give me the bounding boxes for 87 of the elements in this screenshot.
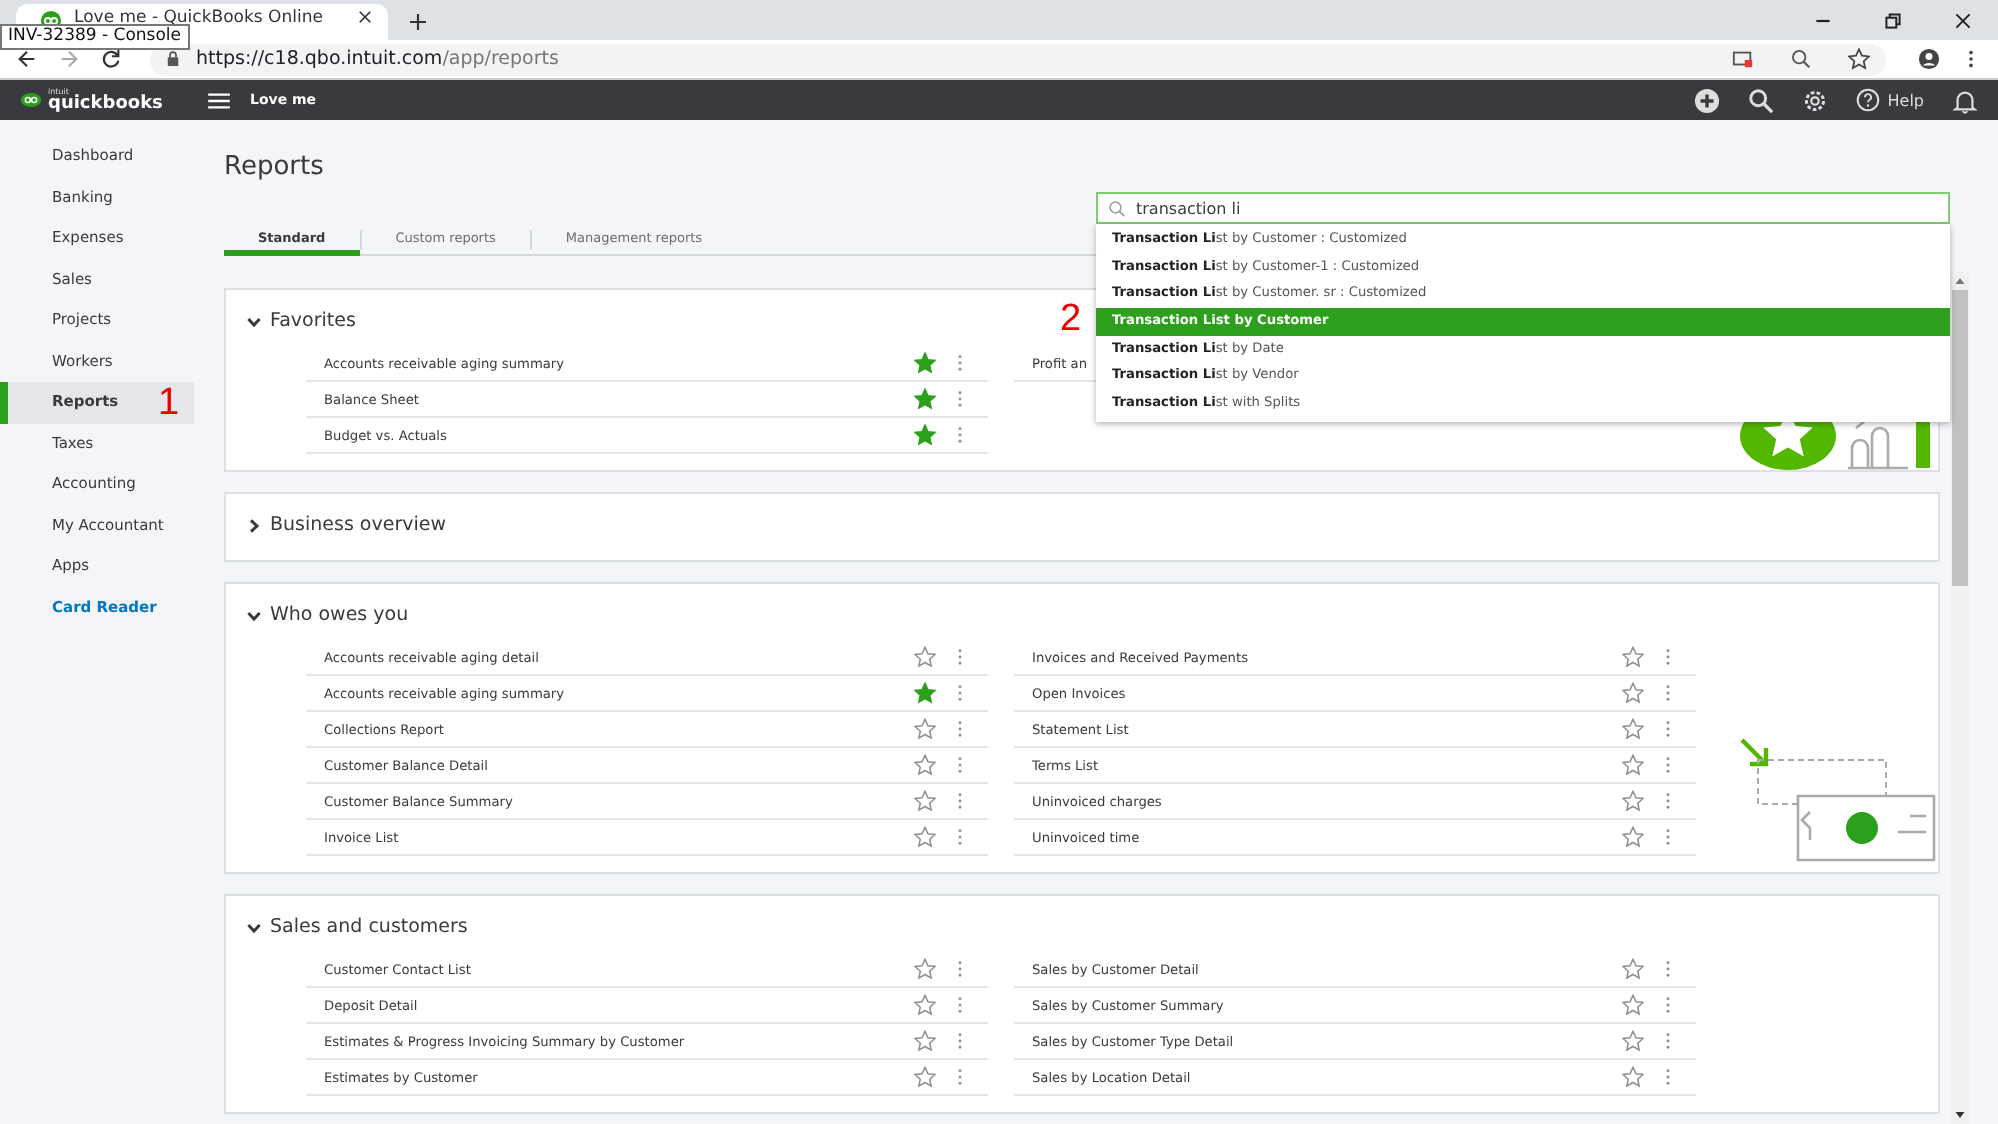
more-options-icon[interactable] xyxy=(956,756,964,774)
question-icon xyxy=(1855,88,1880,112)
search-icon[interactable] xyxy=(1747,87,1774,113)
more-options-icon[interactable] xyxy=(956,828,964,846)
restore-icon[interactable] xyxy=(1882,10,1904,32)
chevron-icon xyxy=(246,517,262,533)
scroll-down-icon[interactable] xyxy=(1954,1110,1966,1120)
more-options-icon[interactable] xyxy=(1664,648,1672,666)
favorite-star-icon[interactable] xyxy=(1622,826,1644,848)
section-header[interactable]: Sales and customers xyxy=(226,906,488,946)
tab-title: Love me - QuickBooks Online xyxy=(74,10,325,28)
product-name: quickbooks xyxy=(48,95,163,113)
back-icon[interactable] xyxy=(16,48,38,70)
more-options-icon[interactable] xyxy=(956,960,964,978)
favorite-star-icon[interactable] xyxy=(1622,646,1644,668)
close-icon[interactable] xyxy=(1952,10,1974,32)
more-options-icon[interactable] xyxy=(1664,1068,1672,1086)
menu-icon[interactable] xyxy=(208,91,230,109)
favorite-star-icon[interactable] xyxy=(914,718,936,740)
favorite-star-icon[interactable] xyxy=(914,388,936,410)
favorite-star-icon[interactable] xyxy=(914,1066,936,1088)
more-options-icon[interactable] xyxy=(1664,828,1672,846)
favorite-star-icon[interactable] xyxy=(1622,682,1644,704)
section-header[interactable]: Who owes you xyxy=(226,594,429,634)
favorite-star-icon[interactable] xyxy=(914,754,936,776)
bookmark-star-icon[interactable] xyxy=(1848,48,1870,70)
favorite-star-icon[interactable] xyxy=(914,958,936,980)
section-header[interactable]: Favorites xyxy=(226,300,376,340)
quickbooks-logo-icon xyxy=(20,92,42,108)
favorite-star-icon[interactable] xyxy=(914,994,936,1016)
favorite-star-icon[interactable] xyxy=(914,790,936,812)
more-options-icon[interactable] xyxy=(956,354,964,372)
scrollbar[interactable] xyxy=(1950,272,1970,1124)
section-header[interactable]: Business overview xyxy=(226,504,466,544)
more-options-icon[interactable] xyxy=(1664,684,1672,702)
more-options-icon[interactable] xyxy=(1664,996,1672,1014)
more-options-icon[interactable] xyxy=(1664,720,1672,738)
favorite-star-icon[interactable] xyxy=(1622,754,1644,776)
bell-icon[interactable] xyxy=(1952,87,1978,113)
zoom-icon[interactable] xyxy=(1790,48,1812,70)
address-field[interactable]: https://c18.qbo.intuit.com/app/reports xyxy=(150,43,1886,75)
console-tooltip: INV-32389 - Console xyxy=(0,24,190,50)
favorite-star-icon[interactable] xyxy=(1622,790,1644,812)
settings-icon[interactable] xyxy=(1801,87,1828,113)
reload-icon[interactable] xyxy=(100,48,122,70)
profile-icon[interactable] xyxy=(1918,48,1940,70)
close-icon[interactable] xyxy=(358,10,372,24)
more-options-icon[interactable] xyxy=(956,684,964,702)
chevron-icon xyxy=(246,919,262,935)
url-text: https://c18.qbo.intuit.com/app/reports xyxy=(196,48,559,70)
blocked-popup-icon[interactable] xyxy=(1732,48,1754,70)
more-options-icon[interactable] xyxy=(1664,1032,1672,1050)
more-options-icon[interactable] xyxy=(956,426,964,444)
more-options-icon[interactable] xyxy=(1664,960,1672,978)
step-annotation: 1 xyxy=(158,384,180,422)
favorite-star-icon[interactable] xyxy=(1622,958,1644,980)
more-options-icon[interactable] xyxy=(956,996,964,1014)
favorite-star-icon[interactable] xyxy=(1622,718,1644,740)
chevron-icon xyxy=(246,313,262,329)
scroll-up-icon[interactable] xyxy=(1954,276,1966,286)
favorite-star-icon[interactable] xyxy=(914,682,936,704)
new-tab-icon[interactable] xyxy=(408,12,428,32)
favorite-star-icon[interactable] xyxy=(914,646,936,668)
more-options-icon[interactable] xyxy=(956,1032,964,1050)
favorite-star-icon[interactable] xyxy=(914,424,936,446)
more-options-icon[interactable] xyxy=(956,720,964,738)
more-options-icon[interactable] xyxy=(1664,756,1672,774)
page-title: Reports xyxy=(224,152,326,184)
search-field[interactable]: transaction li xyxy=(1096,192,1950,224)
favorite-star-icon[interactable] xyxy=(1622,1030,1644,1052)
more-options-icon[interactable] xyxy=(1664,792,1672,810)
favorite-star-icon[interactable] xyxy=(914,352,936,374)
more-options-icon[interactable] xyxy=(956,1068,964,1086)
favorite-star-icon[interactable] xyxy=(1622,994,1644,1016)
more-options-icon[interactable] xyxy=(956,648,964,666)
lock-icon xyxy=(166,50,180,68)
favorite-star-icon[interactable] xyxy=(914,1030,936,1052)
favorite-star-icon[interactable] xyxy=(914,826,936,848)
favorite-star-icon[interactable] xyxy=(1622,1066,1644,1088)
step-annotation: 2 xyxy=(1060,300,1082,338)
chevron-icon xyxy=(246,607,262,623)
search-icon xyxy=(1108,200,1126,218)
more-options-icon[interactable] xyxy=(956,792,964,810)
more-options-icon[interactable] xyxy=(956,390,964,408)
plus-icon[interactable] xyxy=(1693,87,1720,113)
help-button[interactable]: Help xyxy=(1855,88,1924,112)
forward-icon[interactable] xyxy=(58,48,80,70)
